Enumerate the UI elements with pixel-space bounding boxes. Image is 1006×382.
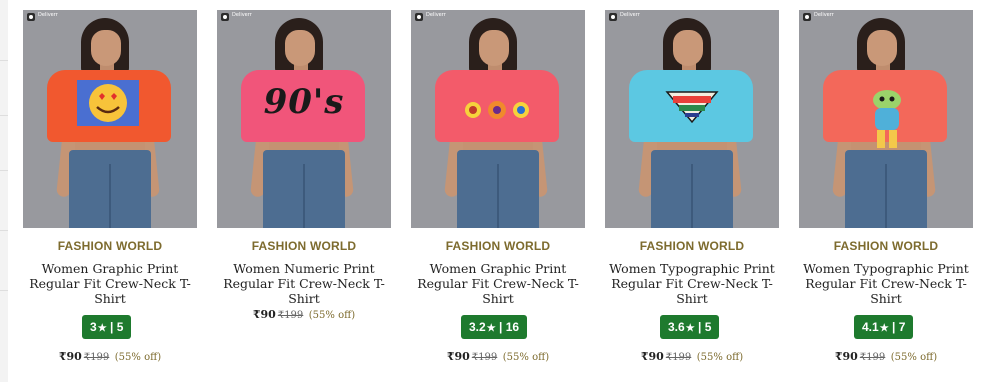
- brand-badge-icon: [803, 13, 811, 21]
- product-image[interactable]: Deliverr 90's: [217, 10, 391, 228]
- rating-separator: |: [110, 320, 114, 334]
- jeans: [69, 150, 151, 228]
- product-card[interactable]: Deliverr 90's FASHION WORLD Women Numeri…: [217, 10, 391, 380]
- product-image[interactable]: Deliverr: [799, 10, 973, 228]
- badge-label: Deliverr: [426, 12, 446, 18]
- typographic-print-icon: [665, 91, 719, 124]
- smiley-print-icon: [77, 80, 139, 126]
- brand-badge-icon: [27, 13, 35, 21]
- price-row: ₹90 ₹199 (55% off): [23, 350, 197, 363]
- product-title[interactable]: Women Typographic Print Regular Fit Crew…: [609, 261, 775, 306]
- brand-name[interactable]: FASHION WORLD: [411, 239, 585, 253]
- discount: (55% off): [502, 352, 550, 363]
- rating-count: 7: [898, 320, 906, 334]
- mrp: ₹199: [665, 352, 692, 363]
- rating-separator: |: [698, 320, 702, 334]
- jeans: [457, 150, 539, 228]
- divider: [0, 290, 8, 291]
- discount: (55% off): [308, 310, 356, 321]
- price-row: ₹90 ₹199 (55% off): [217, 308, 391, 321]
- product-card[interactable]: Deliverr FASHION WORLD Women Typographic…: [605, 10, 779, 380]
- cartoon-print-icon: [873, 90, 901, 148]
- rating-count: 5: [704, 320, 712, 334]
- model-face: [285, 30, 315, 66]
- rating-count: 16: [505, 320, 520, 334]
- mrp: ₹199: [83, 352, 110, 363]
- product-title[interactable]: Women Graphic Print Regular Fit Crew-Nec…: [27, 261, 193, 306]
- star-icon: ★: [97, 323, 107, 334]
- star-icon: ★: [685, 323, 695, 334]
- product-image[interactable]: Deliverr: [605, 10, 779, 228]
- model-face: [673, 30, 703, 66]
- jeans: [845, 150, 927, 228]
- price: ₹90: [834, 350, 858, 363]
- badge-label: Deliverr: [814, 12, 834, 18]
- price-row: ₹90 ₹199 (55% off): [411, 350, 585, 363]
- product-card[interactable]: Deliverr FASHION WORLD Women Typographic…: [799, 10, 973, 380]
- discount: (55% off): [114, 352, 162, 363]
- rating-value: 3: [90, 320, 97, 334]
- price: ₹90: [446, 350, 470, 363]
- jeans: [263, 150, 345, 228]
- product-image[interactable]: Deliverr: [23, 10, 197, 228]
- product-card[interactable]: Deliverr FASHION WORLD Women Graphic Pri…: [23, 10, 197, 380]
- left-edge-strip: [0, 0, 8, 382]
- eyes-print-icon: [465, 101, 529, 119]
- product-title[interactable]: Women Numeric Print Regular Fit Crew-Nec…: [221, 261, 387, 306]
- brand-badge-icon: [221, 13, 229, 21]
- badge-label: Deliverr: [232, 12, 252, 18]
- brand-name[interactable]: FASHION WORLD: [605, 239, 779, 253]
- divider: [0, 170, 8, 171]
- rating-separator: |: [892, 320, 896, 334]
- brand-badge-icon: [415, 13, 423, 21]
- product-card[interactable]: Deliverr FASHION WORLD Women Graphic Pri…: [411, 10, 585, 380]
- rating-value: 4.1: [862, 320, 879, 334]
- model-face: [91, 30, 121, 66]
- divider: [0, 60, 8, 61]
- discount: (55% off): [890, 352, 938, 363]
- brand-name[interactable]: FASHION WORLD: [799, 239, 973, 253]
- model-face: [867, 30, 897, 66]
- badge-label: Deliverr: [620, 12, 640, 18]
- divider: [0, 230, 8, 231]
- star-icon: ★: [879, 323, 889, 334]
- mrp: ₹199: [859, 352, 886, 363]
- brand-badge-icon: [609, 13, 617, 21]
- product-title[interactable]: Women Graphic Print Regular Fit Crew-Nec…: [415, 261, 581, 306]
- product-image[interactable]: Deliverr: [411, 10, 585, 228]
- rating-badge: 3★ | 5: [82, 315, 132, 339]
- product-title[interactable]: Women Typographic Print Regular Fit Crew…: [803, 261, 969, 306]
- star-icon: ★: [486, 323, 496, 334]
- rating-count: 5: [116, 320, 124, 334]
- discount: (55% off): [696, 352, 744, 363]
- rating-value: 3.2: [469, 320, 486, 334]
- print-text: 90's: [263, 82, 345, 122]
- model-face: [479, 30, 509, 66]
- rating-separator: |: [499, 320, 503, 334]
- price-row: ₹90 ₹199 (55% off): [605, 350, 779, 363]
- mrp: ₹199: [277, 310, 304, 321]
- rating-badge: 3.2★ | 16: [461, 315, 528, 339]
- rating-value: 3.6: [668, 320, 685, 334]
- rating-badge: 4.1★ | 7: [854, 315, 914, 339]
- jeans: [651, 150, 733, 228]
- divider: [0, 115, 8, 116]
- badge-label: Deliverr: [38, 12, 58, 18]
- price: ₹90: [640, 350, 664, 363]
- rating-badge: 3.6★ | 5: [660, 315, 720, 339]
- price: ₹90: [252, 308, 276, 321]
- price-row: ₹90 ₹199 (55% off): [799, 350, 973, 363]
- brand-name[interactable]: FASHION WORLD: [217, 239, 391, 253]
- brand-name[interactable]: FASHION WORLD: [23, 239, 197, 253]
- price: ₹90: [58, 350, 82, 363]
- mrp: ₹199: [471, 352, 498, 363]
